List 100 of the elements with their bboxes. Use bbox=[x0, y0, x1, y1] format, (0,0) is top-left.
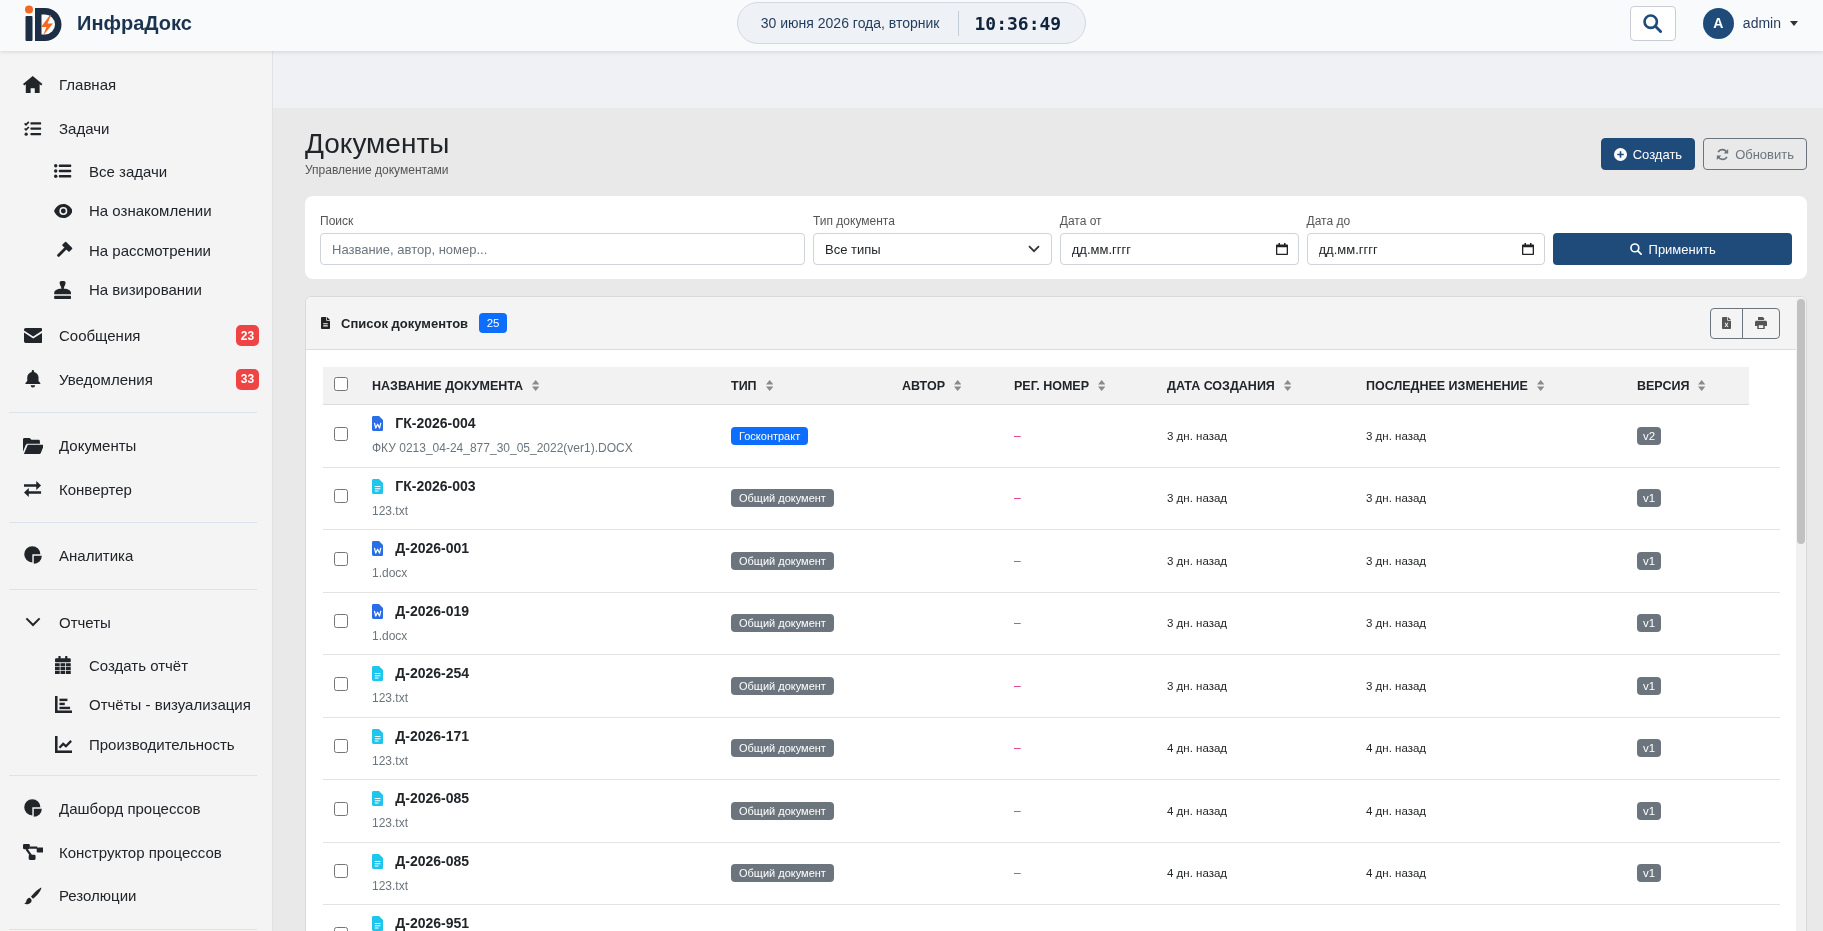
document-name: Д-2026-085 bbox=[395, 790, 470, 807]
version-badge: v1 bbox=[1637, 801, 1662, 820]
row-checkbox[interactable] bbox=[334, 676, 348, 691]
sidebar-item[interactable]: Отчеты bbox=[0, 600, 259, 644]
sidebar-item[interactable]: Главная bbox=[0, 63, 259, 107]
file-name: ФКУ 0213_04-24_877_30_05_2022(ver1).DOCX bbox=[372, 440, 634, 456]
created-date: 4 дн. назад bbox=[1167, 804, 1228, 817]
file-x-icon bbox=[1722, 317, 1731, 329]
created-date: 4 дн. назад bbox=[1167, 867, 1228, 880]
column-header[interactable]: АВТОР bbox=[891, 367, 1003, 404]
count-badge: 25 bbox=[479, 313, 508, 333]
column-header[interactable]: РЕГ. НОМЕР bbox=[1003, 367, 1156, 404]
field-label: Поиск bbox=[320, 214, 355, 228]
print-button[interactable] bbox=[1742, 307, 1780, 339]
envelope-icon bbox=[23, 328, 43, 344]
document-name: Д-2026-085 bbox=[395, 852, 470, 870]
date-field[interactable]: дд.мм.гггг bbox=[1306, 233, 1546, 265]
text-file-icon bbox=[372, 791, 384, 806]
row-checkbox[interactable] bbox=[334, 551, 348, 566]
document-name: ГК-2026-004 bbox=[395, 415, 476, 432]
select-all-checkbox[interactable] bbox=[334, 376, 348, 391]
calendar-icon bbox=[1275, 243, 1288, 255]
sidebar-item[interactable]: Резолюции bbox=[0, 874, 259, 918]
sidebar-item[interactable]: Дашборд процессов bbox=[0, 787, 259, 831]
created-date: 3 дн. назад bbox=[1167, 492, 1228, 505]
sidebar-item[interactable]: Отчёты - визуализация bbox=[0, 685, 259, 725]
type-badge: Общий документ bbox=[731, 864, 834, 883]
reg-number: – bbox=[1014, 678, 1021, 693]
type-badge: Общий документ bbox=[731, 489, 834, 508]
version-badge: v1 bbox=[1637, 676, 1662, 695]
user-avatar: A bbox=[1702, 7, 1734, 39]
create-button[interactable]: Создать bbox=[1600, 138, 1696, 170]
row-checkbox[interactable] bbox=[334, 489, 348, 504]
line-chart-icon bbox=[54, 735, 72, 753]
type-select[interactable]: Все типы bbox=[813, 233, 1052, 265]
date-field[interactable]: дд.мм.гггг bbox=[1059, 233, 1299, 265]
column-header[interactable]: ТИП bbox=[720, 367, 891, 404]
document-file-icon bbox=[372, 603, 384, 619]
created-date: 4 дн. назад bbox=[1167, 742, 1228, 755]
row-checkbox[interactable] bbox=[334, 739, 348, 754]
row-checkbox[interactable] bbox=[334, 801, 348, 816]
sidebar-item[interactable]: Документы bbox=[0, 424, 259, 468]
version-badge: v2 bbox=[1637, 426, 1662, 445]
reg-number: – bbox=[1014, 741, 1021, 756]
task-list-icon bbox=[24, 120, 42, 136]
sidebar-item[interactable]: Производительность bbox=[0, 724, 259, 764]
user-menu[interactable]: admin bbox=[1733, 15, 1798, 31]
row-checkbox[interactable] bbox=[334, 426, 348, 441]
document-name: Д-2026-254 bbox=[395, 665, 470, 682]
type-badge: Госконтракт bbox=[731, 426, 809, 445]
apply-button[interactable]: Применить bbox=[1553, 233, 1792, 265]
sidebar-item[interactable]: Создать отчёт bbox=[0, 645, 259, 685]
modified-date: 4 дн. назад bbox=[1366, 742, 1427, 755]
modified-date: 3 дн. назад bbox=[1366, 679, 1427, 692]
search-field[interactable]: Название, автор, номер... bbox=[320, 233, 805, 265]
sidebar-item[interactable]: Конструктор процессов bbox=[0, 830, 259, 874]
diagram-icon bbox=[22, 844, 44, 861]
card-title: Список документов bbox=[341, 315, 469, 331]
sidebar-item[interactable]: Конвертер bbox=[0, 467, 259, 511]
caret-down-icon bbox=[1790, 20, 1798, 26]
type-badge: Общий документ bbox=[731, 739, 834, 758]
modified-date: 3 дн. назад bbox=[1366, 617, 1427, 630]
stamp-icon bbox=[53, 280, 73, 299]
search-button[interactable] bbox=[1629, 5, 1676, 41]
sidebar-item[interactable]: На визировании bbox=[0, 270, 259, 310]
export-button[interactable] bbox=[1710, 307, 1743, 339]
page-subtitle: Управление документами bbox=[305, 162, 450, 178]
sort-icon bbox=[953, 380, 962, 391]
type-badge: Общий документ bbox=[731, 551, 834, 570]
sidebar-item[interactable]: Все задачи bbox=[0, 151, 259, 191]
file-name: 123.txt bbox=[372, 877, 410, 894]
bar-chart-icon bbox=[54, 696, 72, 714]
version-badge: v1 bbox=[1637, 551, 1662, 570]
column-header[interactable]: ВЕРСИЯ bbox=[1626, 367, 1749, 404]
row-checkbox[interactable] bbox=[334, 864, 348, 879]
sidebar-item[interactable]: На ознакомлении bbox=[0, 191, 259, 231]
document-name: Д-2026-001 bbox=[395, 540, 470, 557]
sidebar-item[interactable]: Уведомления bbox=[0, 357, 236, 401]
column-header[interactable]: ПОСЛЕДНЕЕ ИЗМЕНЕНИЕ bbox=[1355, 367, 1626, 404]
home-icon bbox=[23, 76, 43, 94]
column-header[interactable]: НАЗВАНИЕ ДОКУМЕНТА bbox=[361, 367, 720, 404]
file-name: 123.txt bbox=[372, 815, 410, 831]
file-name: 1.docx bbox=[372, 627, 409, 644]
type-badge: Общий документ bbox=[731, 676, 834, 695]
scrollbar-thumb[interactable] bbox=[1797, 299, 1805, 544]
sidebar-item[interactable]: Аналитика bbox=[0, 534, 259, 578]
logo-icon bbox=[25, 5, 63, 41]
file-name: 123.txt bbox=[372, 690, 410, 706]
sidebar-item[interactable]: Сообщения bbox=[0, 314, 236, 358]
sidebar-item[interactable]: На рассмотрении bbox=[0, 230, 259, 270]
refresh-button[interactable]: Обновить bbox=[1703, 138, 1807, 170]
column-header[interactable]: ДАТА СОЗДАНИЯ bbox=[1156, 367, 1355, 404]
row-checkbox[interactable] bbox=[334, 614, 348, 629]
document-file-icon bbox=[372, 416, 384, 431]
file-name: 123.txt bbox=[372, 502, 410, 519]
field-label: Дата от bbox=[1059, 214, 1103, 228]
sidebar-item[interactable]: Задачи bbox=[0, 106, 259, 150]
document-file-icon bbox=[372, 541, 384, 556]
refresh-icon bbox=[1716, 147, 1730, 161]
file-name: 123.txt bbox=[372, 752, 410, 769]
